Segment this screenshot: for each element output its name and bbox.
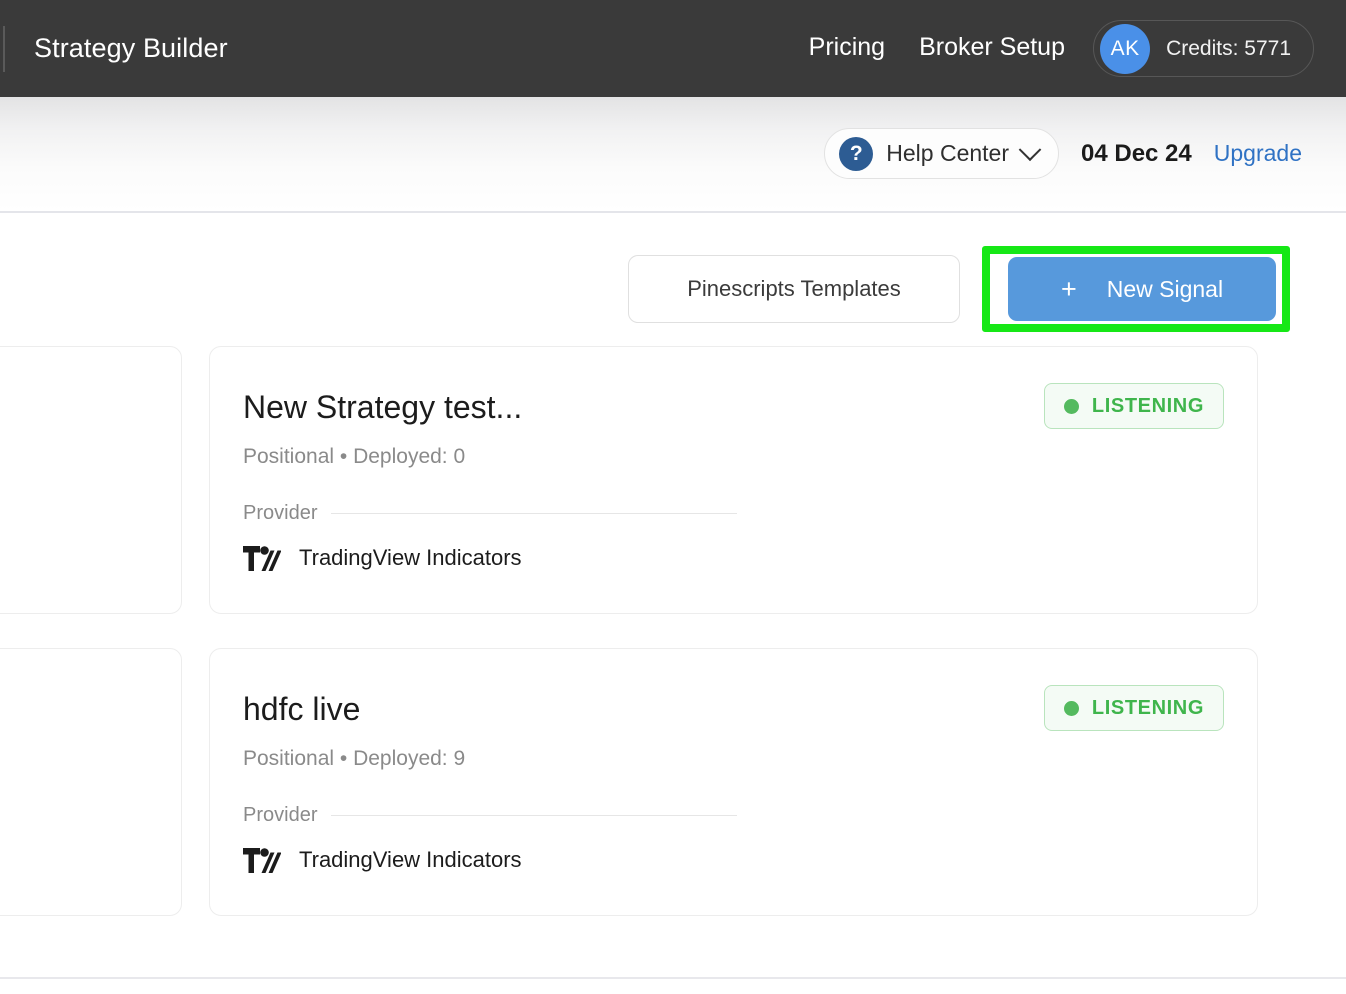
status-badge-label: LISTENING [1091,696,1204,719]
strategy-title: New Strategy test... [243,389,523,425]
question-mark-icon: ? [839,136,874,171]
upgrade-link[interactable]: Upgrade [1214,140,1302,167]
new-signal-button[interactable]: + New Signal [1008,257,1276,321]
actions-toolbar: Pinescripts Templates + New Signal [628,246,1290,332]
pinescripts-templates-button[interactable]: Pinescripts Templates [628,255,960,323]
provider-name-row: TradingView Indicators [243,545,522,571]
status-badge: LISTENING [1043,383,1224,429]
status-badge-label: LISTENING [1091,394,1204,417]
tradingview-logo-icon [243,847,281,873]
provider-label: Provider [243,804,318,826]
page-bottom-divider [0,977,1346,979]
header-nav: Pricing Broker Setup [809,33,1065,62]
status-dot-icon [1063,398,1079,414]
current-date: 04 Dec 24 [1081,139,1192,167]
tradingview-logo-icon [243,545,281,571]
new-signal-label: New Signal [1106,275,1224,302]
app-header: Strategy Builder Pricing Broker Setup AK… [0,0,1346,97]
credits-label: Credits: 5771 [1166,36,1291,60]
strategy-meta: Positional • Deployed: 9 [243,747,466,770]
strategy-card-partial[interactable]: LISTENING [0,648,182,916]
help-toolbar: ? Help Center 04 Dec 24 Upgrade [824,128,1302,179]
strategy-card[interactable]: hdfc live Positional • Deployed: 9 Provi… [209,648,1258,916]
provider-heading-row: Provider [243,502,737,525]
status-dot-icon [1063,700,1079,716]
provider-divider [331,513,737,514]
account-credits-pill[interactable]: AK Credits: 5771 [1093,20,1314,77]
strategy-title: hdfc live [243,691,361,727]
provider-heading-row: Provider [243,804,737,827]
chevron-down-icon [1018,137,1042,161]
avatar[interactable]: AK [1100,23,1151,74]
strategy-meta: Positional • Deployed: 0 [243,445,466,468]
plus-icon: + [1060,273,1077,304]
strategy-card[interactable]: New Strategy test... Positional • Deploy… [209,346,1258,614]
provider-name: TradingView Indicators [299,847,522,872]
strategy-card-partial[interactable]: LISTENING [0,346,182,614]
help-center-dropdown[interactable]: ? Help Center [824,128,1059,179]
new-signal-highlight-box: + New Signal [982,246,1290,332]
provider-name: TradingView Indicators [299,545,522,570]
help-center-label: Help Center [886,140,1009,166]
provider-name-row: TradingView Indicators [243,847,522,873]
app-title: Strategy Builder [34,33,228,63]
provider-divider [331,815,737,816]
status-badge: LISTENING [1043,685,1224,731]
nav-link-broker-setup[interactable]: Broker Setup [919,33,1065,62]
provider-label: Provider [243,502,318,524]
nav-link-pricing[interactable]: Pricing [809,33,885,62]
header-left-divider [3,26,5,72]
